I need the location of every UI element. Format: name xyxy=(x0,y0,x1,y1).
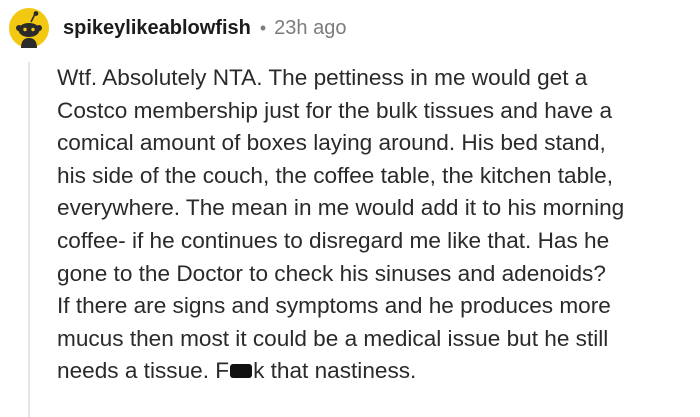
thread-line[interactable] xyxy=(28,62,30,417)
comment-line: Costco membership just for the bulk tiss… xyxy=(57,97,613,123)
comment-line: If there are signs and symptoms and he p… xyxy=(57,293,611,319)
snoo-avatar-icon xyxy=(9,8,49,48)
comment-last-line: needs a tissue. F k that nastiness. xyxy=(57,355,697,388)
separator-dot: • xyxy=(259,17,267,38)
username-link[interactable]: spikeylikeablowfish xyxy=(63,17,251,40)
comment-line: coffee- if he continues to disregard me … xyxy=(57,227,610,253)
last-line-start: needs a tissue. F xyxy=(57,358,230,384)
comment-timestamp: 23h ago xyxy=(274,16,347,39)
censor-bar xyxy=(230,364,253,379)
comment-body: Wtf. Absolutely NTA. The pettiness in me… xyxy=(57,62,697,388)
last-line-end: k that nastiness. xyxy=(253,358,417,384)
user-avatar[interactable] xyxy=(9,8,49,48)
comment-line: Wtf. Absolutely NTA. The pettiness in me… xyxy=(57,65,588,90)
comment-line: everywhere. The mean in me would add it … xyxy=(57,195,625,221)
comment-line: mucus then most it could be a medical is… xyxy=(57,325,609,351)
comment: spikeylikeablowfish • 23h ago Wtf. Absol… xyxy=(0,0,700,417)
comment-line: comical amount of boxes laying around. H… xyxy=(57,130,606,156)
comment-line: his side of the couch, the coffee table,… xyxy=(57,162,614,188)
comment-line: gone to the Doctor to check his sinuses … xyxy=(57,260,606,286)
comment-meta: spikeylikeablowfish • 23h ago xyxy=(63,14,346,42)
